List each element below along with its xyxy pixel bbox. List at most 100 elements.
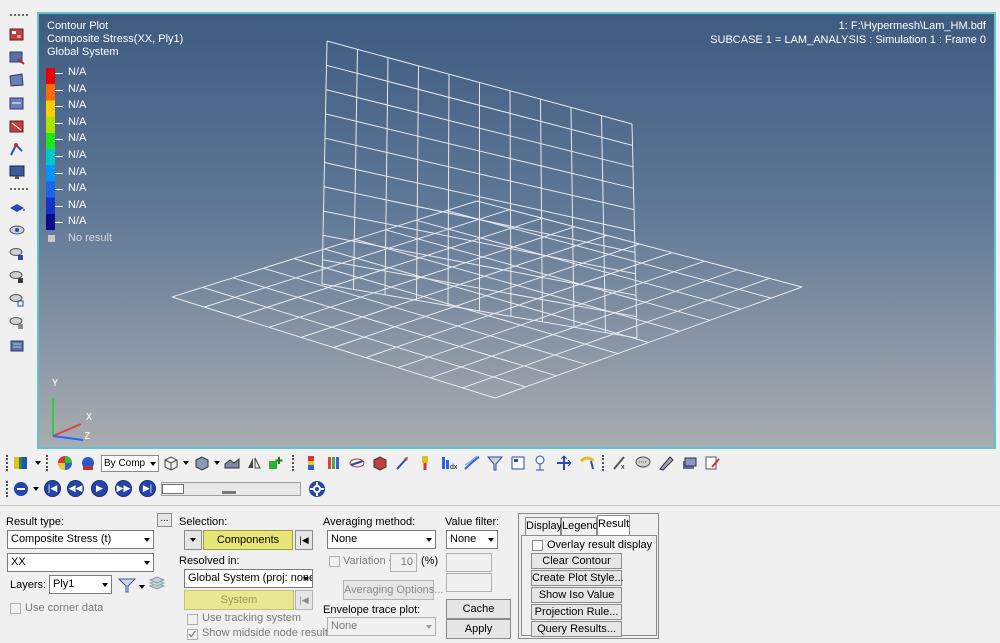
variation-input[interactable]: 10: [390, 553, 417, 572]
previous-frame-button[interactable]: ◀◀: [67, 480, 84, 497]
value-filter-max-input[interactable]: [446, 573, 492, 592]
resolved-in-select[interactable]: Global System (proj: none): [184, 569, 313, 588]
legend-bar-icon[interactable]: [303, 455, 319, 471]
iso-icon[interactable]: [349, 455, 365, 471]
vector-icon[interactable]: [8, 95, 26, 111]
tab-display[interactable]: Display: [525, 517, 562, 535]
deformed-icon[interactable]: [8, 72, 26, 88]
averaging-method-select[interactable]: None: [327, 530, 436, 549]
show-iso-value-button[interactable]: Show Iso Value: [531, 587, 622, 603]
toolbar-grip[interactable]: [6, 455, 9, 471]
assign-icon[interactable]: [8, 49, 26, 65]
first-frame-button[interactable]: |◀: [44, 480, 61, 497]
projection-rule-button[interactable]: Projection Rule...: [531, 604, 622, 620]
slider-thumb[interactable]: [162, 484, 184, 494]
vector-plot-icon[interactable]: [395, 455, 411, 471]
toolbar-grip[interactable]: [602, 455, 605, 471]
toolbar-grip[interactable]: [46, 455, 49, 471]
eye-reverse-icon[interactable]: [8, 292, 26, 308]
use-corner-data-checkbox[interactable]: [10, 603, 21, 614]
filter-icon[interactable]: [487, 455, 503, 471]
section-icon[interactable]: [579, 455, 595, 471]
trace-icon[interactable]: [8, 141, 26, 157]
layers-view-icon[interactable]: [8, 200, 26, 216]
contour-bands-icon[interactable]: [326, 455, 342, 471]
note-icon[interactable]: [510, 455, 526, 471]
wireframe-icon[interactable]: [163, 455, 179, 471]
chevron-down-icon[interactable]: [139, 585, 145, 589]
result-type-browse-button[interactable]: ...: [157, 513, 172, 527]
last-frame-button[interactable]: ▶|: [139, 480, 156, 497]
chevron-down-icon[interactable]: [214, 461, 220, 465]
tab-result[interactable]: Result: [597, 515, 630, 535]
tensor-plot-icon[interactable]: dx: [441, 455, 457, 471]
envelope-trace-select[interactable]: None: [327, 617, 436, 636]
tensor-icon[interactable]: [8, 118, 26, 134]
component-select[interactable]: XX: [7, 553, 154, 572]
eye-isolate-icon[interactable]: [8, 246, 26, 262]
reset-selection-button[interactable]: |◀: [295, 530, 313, 550]
monitor-icon[interactable]: [8, 164, 26, 180]
expression-icon[interactable]: x: [612, 455, 628, 471]
graphics-viewport[interactable]: Contour Plot Composite Stress(XX, Ply1) …: [37, 12, 996, 449]
value-filter-select[interactable]: None: [446, 530, 498, 549]
apply-button[interactable]: Apply: [446, 619, 511, 639]
shaded-icon[interactable]: [194, 455, 210, 471]
deformed-shape-icon[interactable]: [372, 455, 388, 471]
averaging-options-button[interactable]: Averaging Options...: [343, 580, 443, 600]
variation-unit: (%): [421, 555, 439, 567]
selection-type-dropdown[interactable]: [184, 530, 202, 550]
report-icon[interactable]: [704, 455, 720, 471]
animation-mode-icon[interactable]: [13, 481, 29, 497]
chevron-down-icon[interactable]: [183, 461, 189, 465]
eye-all-icon[interactable]: [8, 315, 26, 331]
toolbar-grip[interactable]: [10, 14, 28, 17]
color-wheel-icon[interactable]: [57, 455, 73, 471]
result-type-select[interactable]: Composite Stress (t): [7, 530, 154, 549]
probe-icon[interactable]: [533, 455, 549, 471]
ply-stack-icon[interactable]: [148, 575, 166, 593]
measure-icon[interactable]: [556, 455, 572, 471]
fringe-arrow-icon[interactable]: [417, 455, 433, 471]
frame-slider[interactable]: [161, 482, 301, 496]
overlay-result-checkbox[interactable]: [532, 540, 543, 551]
use-tracking-system-checkbox[interactable]: [187, 614, 198, 625]
eye-hide-icon[interactable]: [8, 269, 26, 285]
clear-contour-button[interactable]: Clear Contour: [531, 553, 622, 569]
toolbar-grip[interactable]: [10, 188, 28, 191]
toolbar-grip[interactable]: [6, 481, 9, 497]
show-midside-checkbox[interactable]: [187, 629, 198, 640]
feature-icon[interactable]: [224, 455, 240, 471]
component-color-icon[interactable]: [80, 455, 96, 471]
comment-icon[interactable]: [635, 455, 651, 471]
contour-icon[interactable]: [8, 26, 26, 42]
eye-show-icon[interactable]: [8, 223, 26, 239]
settings-gear-icon[interactable]: [308, 480, 326, 498]
layers-select[interactable]: Ply1: [49, 575, 112, 594]
play-button[interactable]: ▶: [91, 480, 108, 497]
variation-checkbox[interactable]: [329, 556, 340, 567]
svg-text:x: x: [621, 464, 625, 471]
chevron-down-icon[interactable]: [35, 461, 41, 465]
toolbar-grip[interactable]: [292, 455, 295, 471]
query-results-button[interactable]: Query Results...: [531, 621, 622, 637]
reset-system-button[interactable]: |◀: [295, 590, 313, 610]
streamline-icon[interactable]: [464, 455, 480, 471]
next-frame-button[interactable]: ▶▶: [115, 480, 132, 497]
legend-label: N/A: [68, 149, 87, 161]
component-add-icon[interactable]: [268, 455, 284, 471]
tab-legend[interactable]: Legend: [561, 517, 599, 535]
components-button[interactable]: Components: [203, 530, 293, 550]
mirror-icon[interactable]: [246, 455, 262, 471]
value-filter-min-input[interactable]: [446, 553, 492, 572]
system-button[interactable]: System: [184, 590, 294, 610]
create-plot-style-button[interactable]: Create Plot Style...: [531, 570, 624, 586]
contour-tool-icon[interactable]: [13, 455, 29, 471]
mask-icon[interactable]: [8, 338, 26, 354]
stack-icon[interactable]: [681, 455, 697, 471]
layer-filter-icon[interactable]: [118, 576, 136, 594]
cache-button[interactable]: Cache: [446, 599, 511, 619]
pen-annotate-icon[interactable]: [658, 455, 674, 471]
by-comp-select[interactable]: By Comp: [101, 455, 159, 472]
chevron-down-icon[interactable]: [33, 487, 39, 491]
